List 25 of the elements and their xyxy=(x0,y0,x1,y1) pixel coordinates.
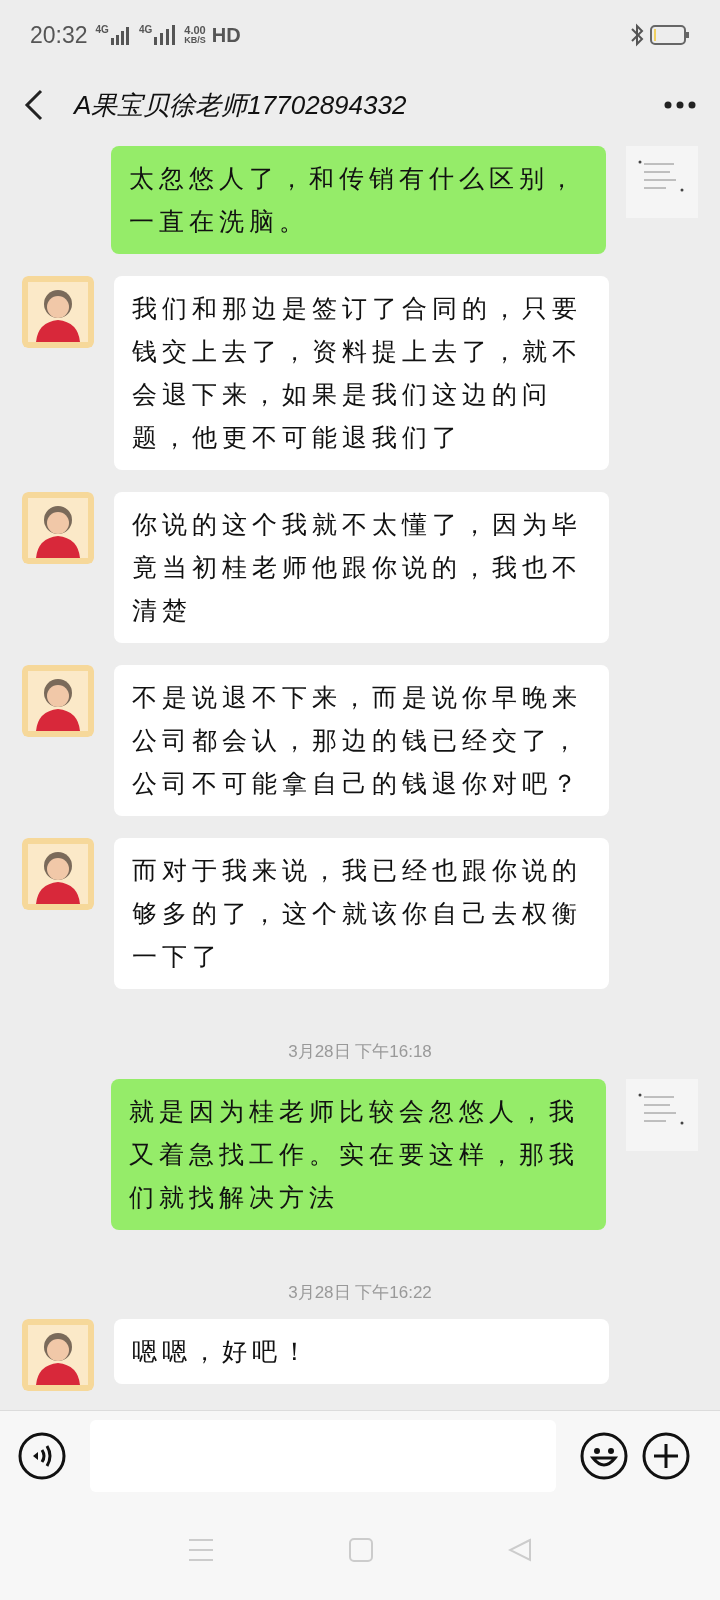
network-label: 4G xyxy=(95,25,109,35)
back-icon[interactable] xyxy=(24,89,44,121)
signal-icon xyxy=(110,27,129,45)
timestamp: 3月28日 下午16:18 xyxy=(288,1041,432,1063)
message-bubble: 而对于我来说，我已经也跟你说的够多的了，这个就该你自己去权衡一下了 xyxy=(114,838,609,989)
signal-icon xyxy=(154,25,177,45)
message-bubble: 我们和那边是签订了合同的，只要钱交上去了，资料提上去了，就不会退下来，如果是我们这边的问题，他更不可能退我们了 xyxy=(114,276,609,470)
more-icon[interactable] xyxy=(664,101,696,109)
message-bubble: 就是因为桂老师比较会忽悠人，我又着急找工作。实在要这样，那我们就找解决方法 xyxy=(111,1078,606,1230)
message-bubble: 嗯嗯，好吧！ xyxy=(114,1319,609,1384)
message-bubble: 你说的这个我就不太懂了，因为毕竟当初桂老师他跟你说的，我也不清楚 xyxy=(114,492,609,643)
timestamp: 3月28日 下午16:22 xyxy=(288,1281,432,1304)
message-bubble: 太忽悠人了，和传销有什么区别，一直在洗脑。 xyxy=(111,146,606,254)
add-icon[interactable] xyxy=(642,1431,690,1480)
message-bubble: 不是说退不下来，而是说你早晚来公司都会认，那边的钱已经交了，公司不可能拿自己的钱退你对吧？ xyxy=(114,665,609,816)
bluetooth-icon xyxy=(630,23,644,47)
hd-label: HD xyxy=(211,25,241,45)
network-label: 4G xyxy=(138,25,153,35)
voice-icon[interactable] xyxy=(18,1431,66,1480)
emoji-icon[interactable] xyxy=(580,1431,628,1480)
speed-value: 4.00 xyxy=(184,25,206,36)
chat-title: A果宝贝徐老师17702894332 xyxy=(74,88,407,122)
speed-unit: KB/S xyxy=(184,36,206,45)
status-time: 20:32 xyxy=(30,20,88,50)
battery-icon xyxy=(650,24,690,46)
